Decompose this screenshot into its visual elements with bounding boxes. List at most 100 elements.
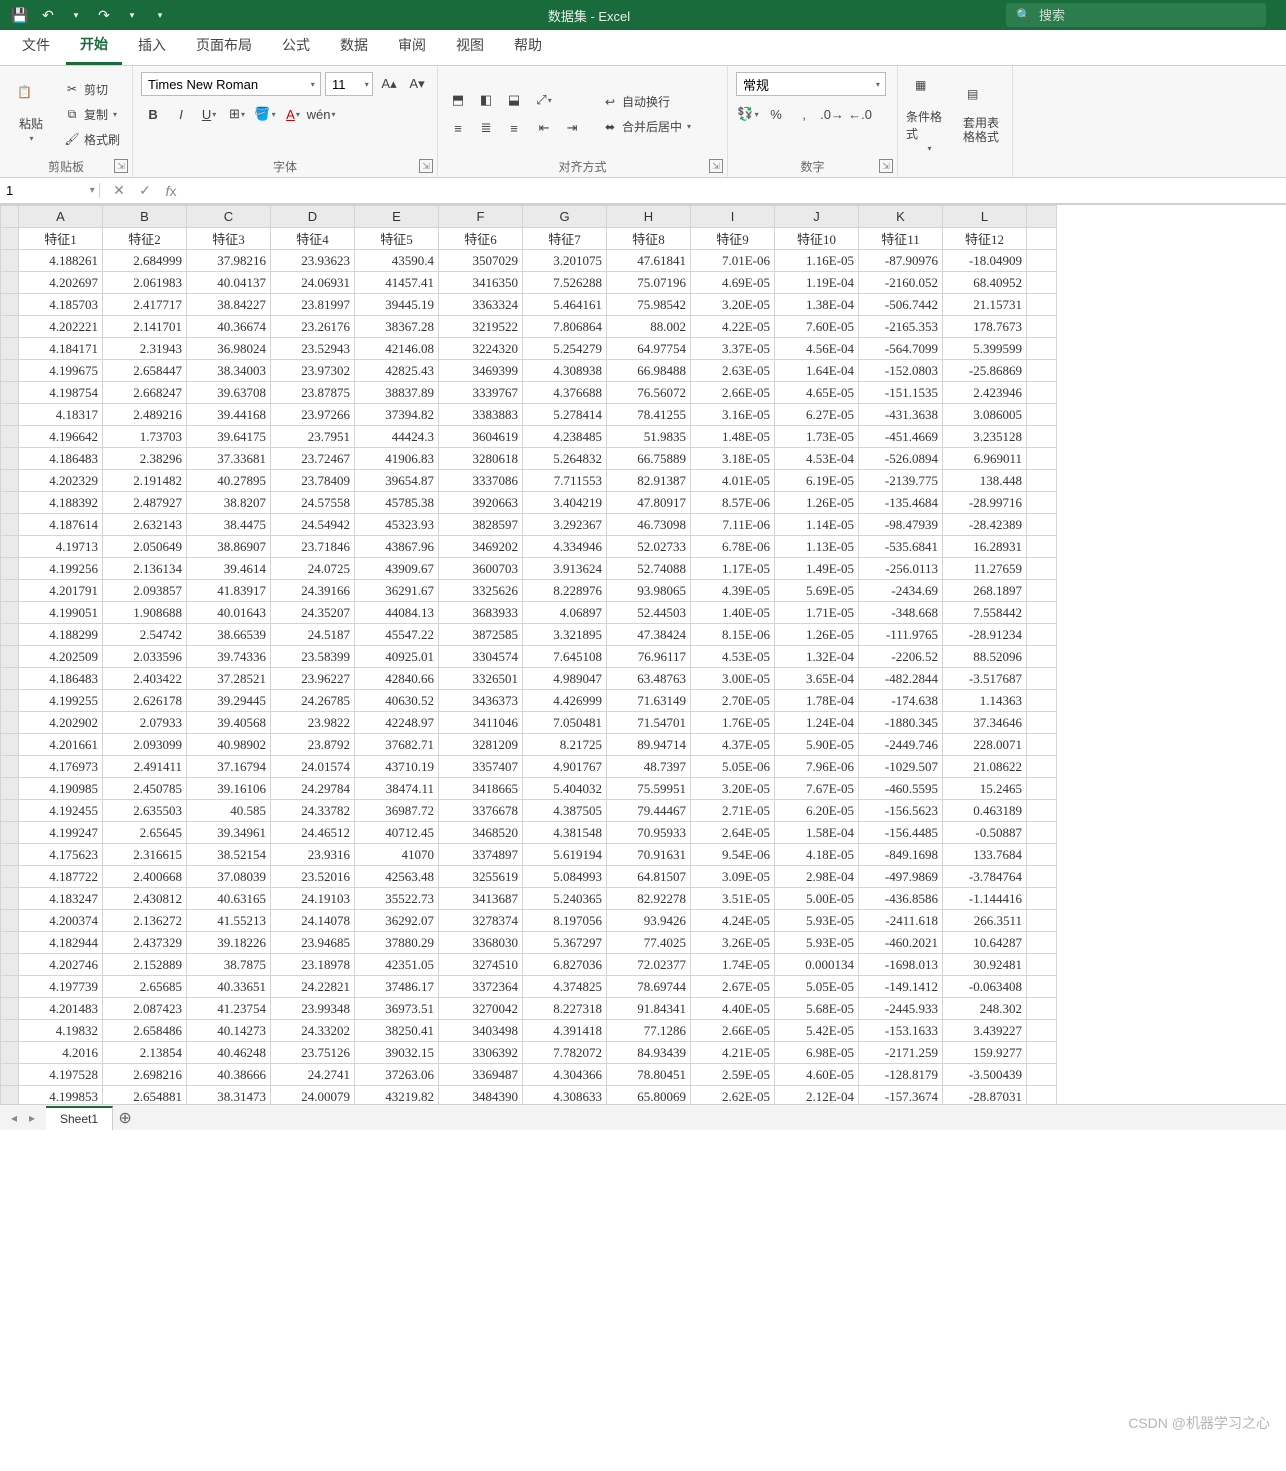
col-header[interactable]: C: [187, 206, 271, 228]
row-header[interactable]: [1, 272, 19, 294]
cell[interactable]: 16.28931: [943, 536, 1027, 558]
cell[interactable]: 44424.3: [355, 426, 439, 448]
cell[interactable]: 39.44168: [187, 404, 271, 426]
row-header[interactable]: [1, 866, 19, 888]
cell[interactable]: 38367.28: [355, 316, 439, 338]
cell[interactable]: 24.54942: [271, 514, 355, 536]
cut-button[interactable]: ✂剪切: [60, 79, 124, 100]
cell[interactable]: 71.63149: [607, 690, 691, 712]
cell[interactable]: 45547.22: [355, 624, 439, 646]
cell[interactable]: 特征8: [607, 228, 691, 250]
font-size-combo[interactable]: ▾: [325, 72, 373, 96]
cell[interactable]: 37880.29: [355, 932, 439, 954]
row-header[interactable]: [1, 910, 19, 932]
cell[interactable]: 4.202746: [19, 954, 103, 976]
cell[interactable]: -87.90976: [859, 250, 943, 272]
cell[interactable]: 47.38424: [607, 624, 691, 646]
cell[interactable]: 3.201075: [523, 250, 607, 272]
cell[interactable]: 3304574: [439, 646, 523, 668]
cell[interactable]: [1027, 558, 1057, 580]
row-header[interactable]: [1, 932, 19, 954]
cell[interactable]: -3.784764: [943, 866, 1027, 888]
worksheet-grid[interactable]: ABCDEFGHIJKL特征1特征2特征3特征4特征5特征6特征7特征8特征9特…: [0, 204, 1286, 1104]
cell[interactable]: 4.989047: [523, 668, 607, 690]
cell[interactable]: 36292.07: [355, 910, 439, 932]
cell[interactable]: 23.9316: [271, 844, 355, 866]
save-icon[interactable]: 💾: [8, 3, 32, 27]
cell[interactable]: 4.199853: [19, 1086, 103, 1105]
row-header[interactable]: [1, 844, 19, 866]
cell[interactable]: 特征6: [439, 228, 523, 250]
cell[interactable]: 8.57E-06: [691, 492, 775, 514]
row-header[interactable]: [1, 976, 19, 998]
cell[interactable]: -482.2844: [859, 668, 943, 690]
cell[interactable]: 3403498: [439, 1020, 523, 1042]
cell[interactable]: 3325626: [439, 580, 523, 602]
cell[interactable]: 37263.06: [355, 1064, 439, 1086]
cell[interactable]: 4.199247: [19, 822, 103, 844]
cell[interactable]: 3.65E-04: [775, 668, 859, 690]
borders-button[interactable]: ⊞▾: [225, 102, 249, 126]
cell[interactable]: 11.27659: [943, 558, 1027, 580]
cell[interactable]: 4.188261: [19, 250, 103, 272]
cell[interactable]: 21.15731: [943, 294, 1027, 316]
cell[interactable]: 47.80917: [607, 492, 691, 514]
cell[interactable]: 0.463189: [943, 800, 1027, 822]
cell[interactable]: 2.13854: [103, 1042, 187, 1064]
cell[interactable]: 2.31943: [103, 338, 187, 360]
cell[interactable]: 3468520: [439, 822, 523, 844]
cell[interactable]: 特征10: [775, 228, 859, 250]
cell[interactable]: 24.26785: [271, 690, 355, 712]
cell[interactable]: 特征3: [187, 228, 271, 250]
cell[interactable]: 5.90E-05: [775, 734, 859, 756]
cell[interactable]: -2434.69: [859, 580, 943, 602]
cell[interactable]: -156.4485: [859, 822, 943, 844]
cell[interactable]: -506.7442: [859, 294, 943, 316]
decrease-indent-icon[interactable]: ⇤: [532, 116, 556, 140]
cell[interactable]: 23.52943: [271, 338, 355, 360]
cell[interactable]: 45785.38: [355, 492, 439, 514]
cell[interactable]: 4.381548: [523, 822, 607, 844]
cell[interactable]: 65.80069: [607, 1086, 691, 1105]
cell[interactable]: [1027, 1020, 1057, 1042]
align-top-icon[interactable]: ⬒: [446, 88, 470, 112]
row-header[interactable]: [1, 360, 19, 382]
cell[interactable]: 2.423946: [943, 382, 1027, 404]
row-header[interactable]: [1, 1042, 19, 1064]
cell[interactable]: 6.19E-05: [775, 470, 859, 492]
cell[interactable]: 37.98216: [187, 250, 271, 272]
cell[interactable]: 47.61841: [607, 250, 691, 272]
cell[interactable]: 4.21E-05: [691, 1042, 775, 1064]
cell[interactable]: 2.626178: [103, 690, 187, 712]
cell[interactable]: 4.202902: [19, 712, 103, 734]
align-bottom-icon[interactable]: ⬓: [502, 88, 526, 112]
cell[interactable]: 4.334946: [523, 536, 607, 558]
cell[interactable]: 40925.01: [355, 646, 439, 668]
col-header[interactable]: E: [355, 206, 439, 228]
cell[interactable]: 39.16106: [187, 778, 271, 800]
cell[interactable]: 266.3511: [943, 910, 1027, 932]
cell[interactable]: 3604619: [439, 426, 523, 448]
col-header[interactable]: J: [775, 206, 859, 228]
cell[interactable]: 2.12E-04: [775, 1086, 859, 1105]
cell[interactable]: 4.60E-05: [775, 1064, 859, 1086]
undo-dropdown-icon[interactable]: ▾: [64, 3, 88, 27]
cell[interactable]: 4.192455: [19, 800, 103, 822]
cell[interactable]: [1027, 1064, 1057, 1086]
cell[interactable]: 5.68E-05: [775, 998, 859, 1020]
cell[interactable]: [1027, 448, 1057, 470]
cell[interactable]: 64.81507: [607, 866, 691, 888]
cell[interactable]: 228.0071: [943, 734, 1027, 756]
row-header[interactable]: [1, 448, 19, 470]
cell[interactable]: 4.2016: [19, 1042, 103, 1064]
cell[interactable]: 3.16E-05: [691, 404, 775, 426]
font-family-input[interactable]: [142, 77, 305, 92]
cell[interactable]: 6.98E-05: [775, 1042, 859, 1064]
cell[interactable]: 24.01574: [271, 756, 355, 778]
cell[interactable]: 7.60E-05: [775, 316, 859, 338]
row-header[interactable]: [1, 294, 19, 316]
cell[interactable]: -431.3638: [859, 404, 943, 426]
cell[interactable]: [1027, 712, 1057, 734]
cell[interactable]: 36.98024: [187, 338, 271, 360]
cell[interactable]: 82.92278: [607, 888, 691, 910]
